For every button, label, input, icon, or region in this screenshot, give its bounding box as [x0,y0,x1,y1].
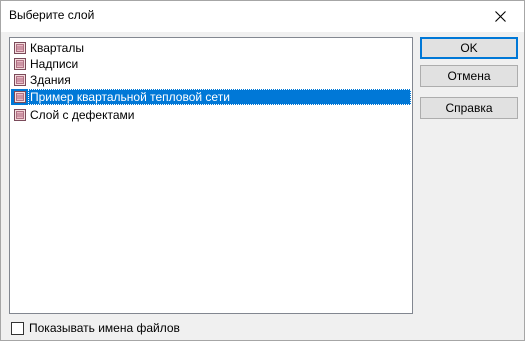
list-item-layer-0[interactable]: Кварталы [11,40,411,56]
layer-listbox[interactable]: Кварталы Надписи Здания Пример квартальн… [9,37,413,314]
cancel-button[interactable]: Отмена [420,65,518,87]
layer-icon [14,58,26,70]
layer-icon [14,109,26,121]
list-item-layer-1[interactable]: Надписи [11,56,411,72]
ok-button[interactable]: OK [420,37,518,59]
close-button[interactable] [478,1,524,32]
close-icon [495,11,506,22]
dialog-window: Выберите слой Кварталы Надписи Здания Пр… [0,0,525,341]
list-item-layer-3[interactable]: Пример квартальной тепловой сети [11,89,411,105]
layer-icon [14,91,26,103]
title-bar: Выберите слой [1,1,524,32]
layer-label: Кварталы [30,41,84,55]
help-button[interactable]: Справка [420,97,518,119]
layer-icon [14,42,26,54]
list-item-layer-4[interactable]: Слой с дефектами [11,107,411,123]
list-item-layer-2[interactable]: Здания [11,72,411,88]
layer-label: Пример квартальной тепловой сети [30,90,230,104]
dialog-title: Выберите слой [9,8,95,22]
layer-label: Надписи [30,57,79,71]
show-file-names-checkbox[interactable] [11,322,24,335]
layer-label: Здания [30,73,71,87]
layer-icon [14,74,26,86]
layer-label: Слой с дефектами [30,108,135,122]
show-file-names-label: Показывать имена файлов [29,321,180,335]
show-file-names-option[interactable]: Показывать имена файлов [11,321,211,336]
